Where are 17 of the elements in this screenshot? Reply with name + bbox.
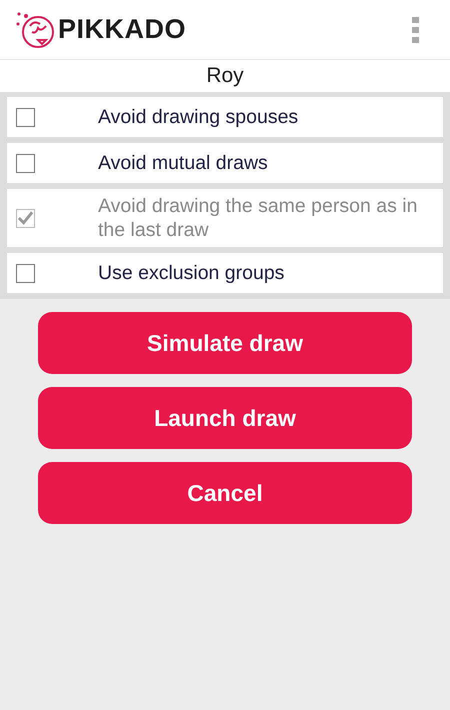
option-label: Avoid mutual draws [98,151,268,175]
option-label: Use exclusion groups [98,261,284,285]
action-button[interactable]: Launch draw [38,387,412,449]
option-label: Avoid drawing the same person as in the last draw [98,194,418,242]
checkbox[interactable] [16,154,35,172]
option-row[interactable]: Avoid drawing spouses [7,97,443,137]
menu-icon [412,16,420,42]
option-row[interactable]: Use exclusion groups [7,253,443,293]
checkbox[interactable] [16,264,35,282]
option-row[interactable]: Avoid mutual draws [7,143,443,183]
logo-text: PIKKADO [58,14,186,45]
option-label: Avoid drawing spouses [98,105,298,129]
action-button[interactable]: Cancel [38,462,412,524]
checkbox[interactable] [16,108,35,126]
menu-button[interactable] [412,16,420,42]
action-button[interactable]: Simulate draw [38,312,412,374]
person-name: Roy [0,60,450,92]
